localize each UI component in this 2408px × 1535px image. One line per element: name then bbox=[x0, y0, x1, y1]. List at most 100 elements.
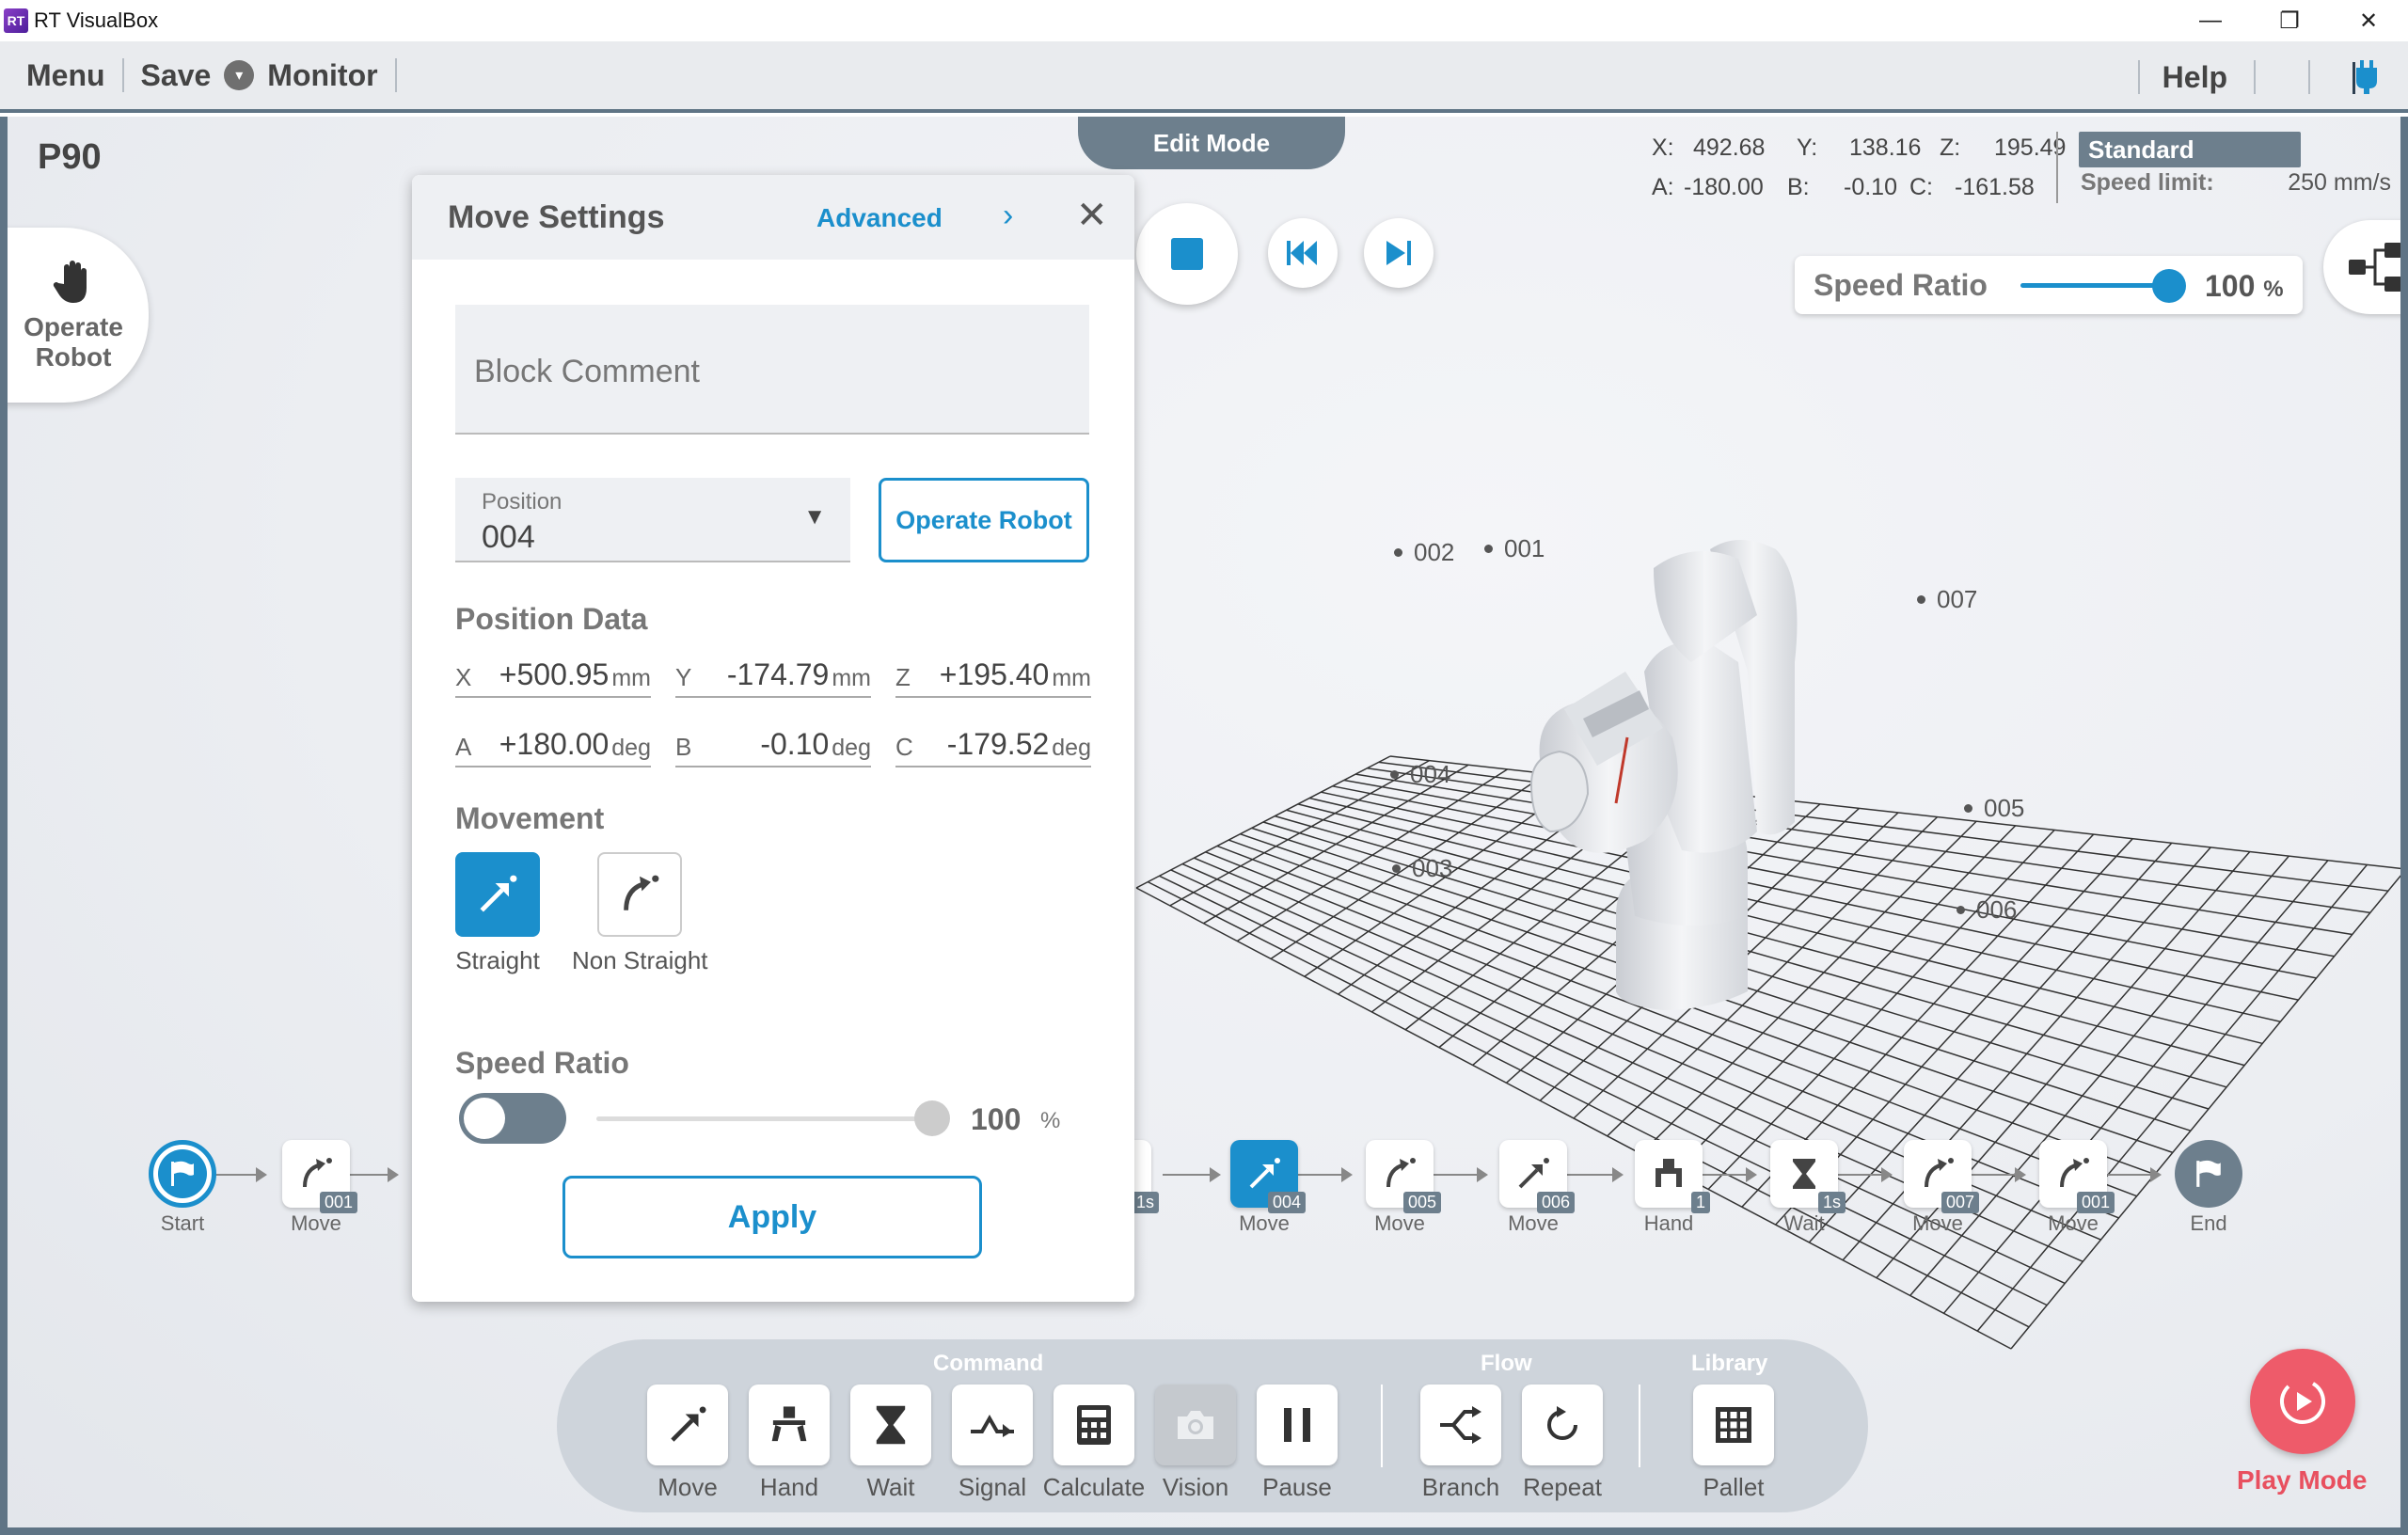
menu-button[interactable]: Menu bbox=[0, 58, 122, 93]
advanced-link[interactable]: Advanced bbox=[816, 203, 943, 233]
close-window-button[interactable]: ✕ bbox=[2329, 0, 2408, 41]
flow-node-start[interactable]: Start bbox=[135, 1140, 230, 1236]
flow-node-tag: 1s bbox=[1817, 1192, 1846, 1213]
speed-ratio-value: 100 bbox=[2205, 269, 2256, 303]
position-marker: 003 bbox=[1392, 854, 1452, 883]
save-options-icon[interactable]: ▾ bbox=[224, 60, 255, 90]
restore-button[interactable]: ❐ bbox=[2250, 0, 2329, 41]
close-panel-button[interactable]: ✕ bbox=[1076, 194, 1108, 237]
position-x-field[interactable]: X +500.95 mm bbox=[455, 657, 651, 698]
flow-node-move[interactable]: 001 Move bbox=[269, 1140, 363, 1236]
operate-robot-button[interactable]: Operate Robot bbox=[879, 478, 1089, 562]
save-button[interactable]: Save bbox=[124, 58, 214, 93]
flag-icon bbox=[2196, 1160, 2221, 1187]
curve-move-icon bbox=[303, 1158, 332, 1188]
straight-move-icon bbox=[1249, 1158, 1280, 1189]
monitor-button[interactable]: Monitor bbox=[261, 58, 394, 93]
flow-node-move[interactable]: 006 Move bbox=[1486, 1140, 1580, 1236]
command-signal[interactable]: Signal bbox=[950, 1385, 1035, 1502]
chevron-right-icon[interactable]: › bbox=[1003, 198, 1013, 234]
position-a-field[interactable]: A +180.00 deg bbox=[455, 726, 651, 768]
command-vision: Vision bbox=[1153, 1385, 1238, 1502]
position-select[interactable]: Position 004 ▼ bbox=[455, 478, 850, 562]
axis-unit: mm bbox=[1052, 665, 1091, 691]
flow-node-move[interactable]: 007 Move bbox=[1891, 1140, 1985, 1236]
flow-node-move[interactable]: 005 Move bbox=[1353, 1140, 1447, 1236]
play-mode-icon bbox=[2280, 1379, 2325, 1424]
flow-node-wait[interactable]: 1s Wait bbox=[1757, 1140, 1851, 1236]
axis-value: -179.52 bbox=[946, 727, 1050, 761]
command-branch[interactable]: Branch bbox=[1418, 1385, 1503, 1502]
command-label: Pause bbox=[1262, 1473, 1332, 1501]
curve-move-icon bbox=[1386, 1158, 1416, 1188]
play-mode-button[interactable] bbox=[2250, 1349, 2355, 1454]
flow-node-label: Move bbox=[291, 1211, 341, 1235]
coords-separator bbox=[2056, 132, 2058, 203]
axis-unit: mm bbox=[611, 665, 651, 691]
flow-node-hand[interactable]: 1 Hand bbox=[1622, 1140, 1716, 1236]
menu-separator bbox=[394, 58, 397, 92]
speed-ratio-track[interactable] bbox=[2020, 283, 2169, 288]
coord-y-label: Y: bbox=[1797, 135, 1818, 161]
command-calculate[interactable]: Calculate bbox=[1043, 1385, 1145, 1502]
flow-node-tag: 1s bbox=[1131, 1192, 1159, 1213]
position-data-title: Position Data bbox=[455, 602, 648, 636]
flow-node-tag: 005 bbox=[1402, 1192, 1441, 1213]
hourglass-icon bbox=[876, 1405, 906, 1445]
calculator-icon bbox=[1077, 1405, 1111, 1445]
command-hand[interactable]: Hand bbox=[747, 1385, 832, 1502]
command-pallet[interactable]: Pallet bbox=[1691, 1385, 1776, 1502]
position-c-field[interactable]: C -179.52 deg bbox=[895, 726, 1091, 768]
movement-non-straight-option[interactable]: Non Straight bbox=[572, 852, 708, 975]
command-wait[interactable]: Wait bbox=[848, 1385, 933, 1502]
panel-speed-ratio-track[interactable] bbox=[596, 1116, 926, 1121]
block-comment-input[interactable]: Block Comment bbox=[455, 305, 1089, 435]
command-label: Calculate bbox=[1042, 1473, 1146, 1501]
speed-ratio-slider-knob[interactable] bbox=[2152, 269, 2186, 303]
speed-mode-badge[interactable]: Standard bbox=[2079, 132, 2301, 167]
command-label: Wait bbox=[866, 1473, 915, 1501]
help-button[interactable]: Help bbox=[2140, 60, 2254, 95]
command-pause[interactable]: Pause bbox=[1255, 1385, 1339, 1502]
command-bar: Command Flow Library Move Hand Wait Sign… bbox=[557, 1339, 1868, 1512]
coord-c-label: C: bbox=[1909, 174, 1933, 200]
movement-straight-option[interactable]: Straight bbox=[455, 852, 540, 975]
minimize-button[interactable]: — bbox=[2171, 0, 2250, 41]
edit-mode-tab: Edit Mode bbox=[1078, 117, 1345, 169]
speed-limit-label: Speed limit: bbox=[2081, 169, 2214, 196]
command-move[interactable]: Move bbox=[645, 1385, 730, 1502]
flow-node-move-active[interactable]: 004 Move bbox=[1217, 1140, 1311, 1236]
menu-separator bbox=[2308, 60, 2310, 94]
position-z-field[interactable]: Z +195.40 mm bbox=[895, 657, 1091, 698]
stop-button[interactable] bbox=[1136, 203, 1238, 305]
straight-move-icon bbox=[480, 875, 517, 912]
panel-speed-ratio-unit: % bbox=[1040, 1108, 1061, 1133]
speed-ratio-toggle[interactable] bbox=[459, 1093, 566, 1144]
position-y-field[interactable]: Y -174.79 mm bbox=[675, 657, 871, 698]
connection-plug-icon[interactable] bbox=[2348, 58, 2385, 96]
flow-node-move[interactable]: 001 Move bbox=[2026, 1140, 2120, 1236]
flow-node-end[interactable]: End bbox=[2162, 1140, 2256, 1236]
coord-x-label: X: bbox=[1652, 135, 1674, 161]
panel-speed-ratio-knob[interactable] bbox=[914, 1100, 950, 1136]
position-b-field[interactable]: B -0.10 deg bbox=[675, 726, 871, 768]
step-forward-button[interactable] bbox=[1364, 218, 1434, 288]
apply-button[interactable]: Apply bbox=[562, 1176, 982, 1258]
flow-node-tag: 007 bbox=[1941, 1192, 1979, 1213]
speed-ratio-label: Speed Ratio bbox=[1814, 267, 1988, 302]
robot-arm-model bbox=[1529, 540, 1798, 1010]
axis-value: +500.95 bbox=[499, 657, 610, 691]
flow-tree-button[interactable] bbox=[2323, 220, 2400, 314]
command-repeat[interactable]: Repeat bbox=[1520, 1385, 1605, 1502]
step-back-button[interactable] bbox=[1268, 218, 1338, 288]
coord-a-label: A: bbox=[1652, 174, 1674, 200]
axis-value: +195.40 bbox=[939, 657, 1050, 691]
position-select-label: Position bbox=[482, 489, 562, 514]
axis-value: -174.79 bbox=[726, 657, 830, 691]
flow-tree-icon bbox=[2349, 243, 2400, 292]
command-separator bbox=[1381, 1385, 1383, 1467]
axis-label: C bbox=[895, 733, 913, 761]
speed-limit: Speed limit: 250 mm/s bbox=[2081, 169, 2391, 197]
flow-group-label: Flow bbox=[1481, 1351, 1532, 1376]
repeat-icon bbox=[1547, 1406, 1577, 1440]
